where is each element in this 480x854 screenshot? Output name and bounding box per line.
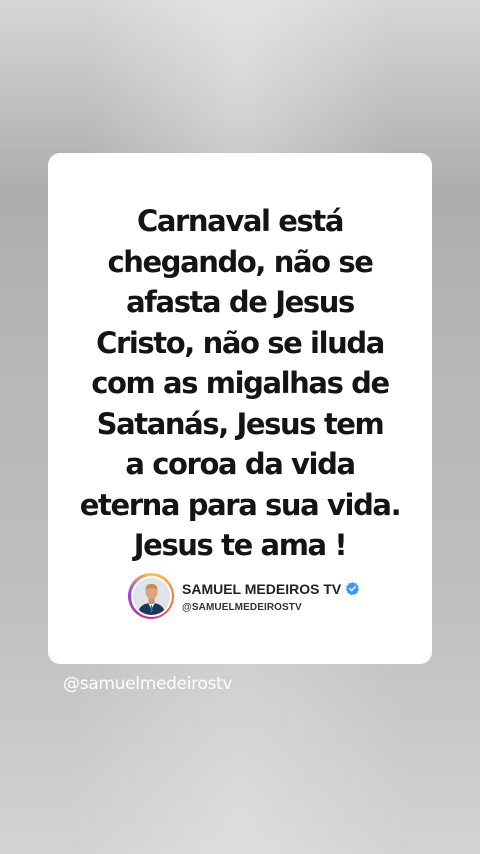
- author-text: SAMUEL MEDEIROS TV @SAMUELMEDEIROSTV: [182, 580, 360, 613]
- footer-handle-link[interactable]: @samuelmedeirostv: [63, 674, 233, 694]
- avatar: [132, 577, 170, 615]
- post-card: Carnaval está chegando, não se afasta de…: [48, 153, 432, 664]
- author-handle[interactable]: @SAMUELMEDEIROSTV: [182, 602, 360, 613]
- verified-badge-icon: [345, 581, 360, 596]
- quote-text: Carnaval está chegando, não se afasta de…: [79, 204, 402, 562]
- avatar-story-ring[interactable]: [128, 573, 174, 619]
- author-name[interactable]: SAMUEL MEDEIROS TV: [182, 581, 341, 597]
- author-block[interactable]: SAMUEL MEDEIROS TV @SAMUELMEDEIROSTV: [128, 573, 360, 619]
